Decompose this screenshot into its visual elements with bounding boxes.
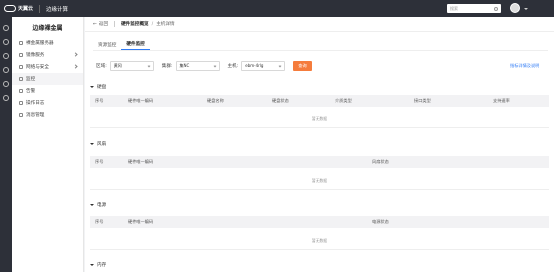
host-value: ebm-4rlg	[245, 63, 264, 68]
chevron-right-icon	[73, 52, 78, 57]
column-header: 电源状态	[372, 219, 389, 224]
sidebar-item-servers[interactable]: 裸金属服务器	[12, 37, 83, 49]
chevron-down-icon	[213, 64, 216, 67]
section-title-label: 电源	[97, 203, 107, 208]
section-power-title[interactable]: 电源	[90, 202, 106, 208]
region-value: 黄冈	[113, 62, 122, 68]
chevron-down-icon	[278, 64, 282, 67]
column-header: 序号	[95, 98, 104, 103]
column-header: 风扇状态	[372, 159, 389, 164]
metric-description-link[interactable]: 指标详情及说明	[510, 63, 539, 69]
server-icon	[19, 41, 23, 45]
breadcrumb-divider	[114, 21, 116, 27]
sidebar-item-label: 告警	[26, 89, 36, 94]
power-table-empty: 暂无数据	[90, 232, 549, 250]
cluster-value: 集NC	[179, 62, 190, 68]
host-select[interactable]: ebm-4rlg	[241, 60, 286, 71]
message-icon	[19, 113, 23, 117]
sidebar-item-label: 监控	[26, 77, 36, 82]
section-disk-title[interactable]: 硬盘	[90, 84, 106, 90]
network-rail-icon[interactable]	[3, 67, 9, 73]
chevron-down-icon[interactable]	[524, 8, 528, 10]
region-select[interactable]: 黄冈	[109, 60, 154, 71]
breadcrumb-separator: /	[151, 21, 154, 27]
dashboard-icon[interactable]	[3, 39, 9, 45]
sidebar-title: 边缘裸金属	[32, 24, 63, 32]
region-label: 区域:	[96, 63, 107, 69]
log-icon	[19, 101, 23, 105]
column-header: 接口类型	[414, 98, 431, 103]
avatar[interactable]	[510, 3, 520, 13]
section-fan-title[interactable]: 风扇	[90, 141, 106, 147]
column-header: 硬盘状态	[272, 98, 289, 103]
section-title-label: 硬盘	[97, 85, 107, 90]
sidebar-item-label: 镜像服务	[26, 53, 45, 58]
column-header: 序号	[95, 219, 104, 224]
sidebar-item-monitor[interactable]: 监控	[12, 73, 83, 85]
chevron-down-icon	[147, 64, 151, 67]
settings-icon[interactable]	[3, 95, 9, 101]
home-icon[interactable]	[3, 25, 9, 31]
search-icon[interactable]	[494, 6, 498, 11]
sidebar-item-alarm[interactable]: 告警	[12, 85, 83, 97]
image-icon	[19, 53, 23, 57]
chevron-right-icon	[73, 64, 78, 69]
global-search-input[interactable]: 搜索	[447, 4, 501, 13]
disk-table-empty: 暂无数据	[90, 110, 549, 128]
filter-bar: 区域: 黄冈 集群: 集NC 主机: ebm-4rlg 查询	[96, 60, 312, 71]
logo[interactable]: 天翼云	[4, 5, 33, 12]
sidebar: 边缘裸金属 裸金属服务器 镜像服务 网络与安全 监控 告警 操作日志 消息管理	[12, 17, 84, 272]
column-header: 硬件唯一编码	[128, 159, 154, 164]
compute-icon[interactable]	[3, 53, 9, 59]
search-button[interactable]: 查询	[293, 60, 312, 71]
breadcrumb: ← 返回 硬件监控概览 / 主机详情	[85, 17, 554, 32]
host-label: 主机:	[227, 63, 239, 69]
fan-table-empty: 暂无数据	[90, 172, 549, 190]
section-title-label: 内存	[97, 263, 107, 268]
sidebar-item-label: 操作日志	[26, 101, 45, 106]
back-link[interactable]: 返回	[99, 21, 108, 27]
cloud-logo-icon	[4, 5, 16, 12]
sidebar-item-label: 消息管理	[26, 113, 45, 118]
topbar-divider	[39, 4, 41, 13]
sidebar-item-logs[interactable]: 操作日志	[12, 97, 83, 109]
alarm-icon	[19, 89, 23, 93]
page-title: 硬件监控概览	[121, 22, 149, 27]
tab-bar: 资源监控 硬件监控	[93, 39, 548, 51]
storage-icon[interactable]	[3, 81, 9, 87]
column-header: 支持速率	[493, 98, 510, 103]
sidebar-item-messages[interactable]: 消息管理	[12, 109, 83, 121]
product-name: 边缘计算	[46, 6, 69, 13]
brand-name: 天翼云	[18, 6, 34, 12]
column-header: 硬件唯一编码	[128, 98, 154, 103]
section-title-label: 风扇	[97, 142, 107, 147]
main-panel: ← 返回 硬件监控概览 / 主机详情 资源监控 硬件监控 区域: 黄冈 集群: …	[85, 17, 554, 272]
section-memory-title[interactable]: 内存	[90, 262, 106, 268]
icon-rail	[0, 17, 12, 272]
collapse-icon	[90, 143, 94, 145]
sidebar-item-images[interactable]: 镜像服务	[12, 49, 83, 61]
breadcrumb-sub: 主机详情	[156, 22, 175, 27]
collapse-icon	[90, 204, 94, 206]
search-placeholder: 搜索	[450, 5, 458, 11]
network-icon	[19, 65, 23, 69]
column-header: 序号	[95, 159, 104, 164]
disk-table-header: 序号 硬件唯一编码 硬盘名称 硬盘状态 介质类型 接口类型 支持速率	[90, 95, 549, 107]
power-table-header: 序号 硬件唯一编码 电源状态	[90, 216, 549, 228]
tab-hardware-monitor[interactable]: 硬件监控	[121, 39, 150, 50]
sidebar-item-label: 裸金属服务器	[26, 41, 54, 46]
fan-table-header: 序号 硬件唯一编码 风扇状态	[90, 156, 549, 168]
cluster-select[interactable]: 集NC	[175, 60, 220, 71]
column-header: 硬件唯一编码	[128, 219, 154, 224]
column-header: 硬盘名称	[207, 98, 224, 103]
monitor-icon	[19, 77, 23, 81]
collapse-icon	[90, 86, 94, 88]
sidebar-item-label: 网络与安全	[26, 65, 49, 70]
collapse-icon	[90, 264, 94, 266]
cluster-label: 集群:	[161, 63, 173, 69]
back-arrow-icon[interactable]: ←	[93, 22, 97, 27]
sidebar-item-network[interactable]: 网络与安全	[12, 61, 83, 73]
column-header: 介质类型	[335, 98, 352, 103]
tab-resource-monitor[interactable]: 资源监控	[93, 39, 121, 50]
